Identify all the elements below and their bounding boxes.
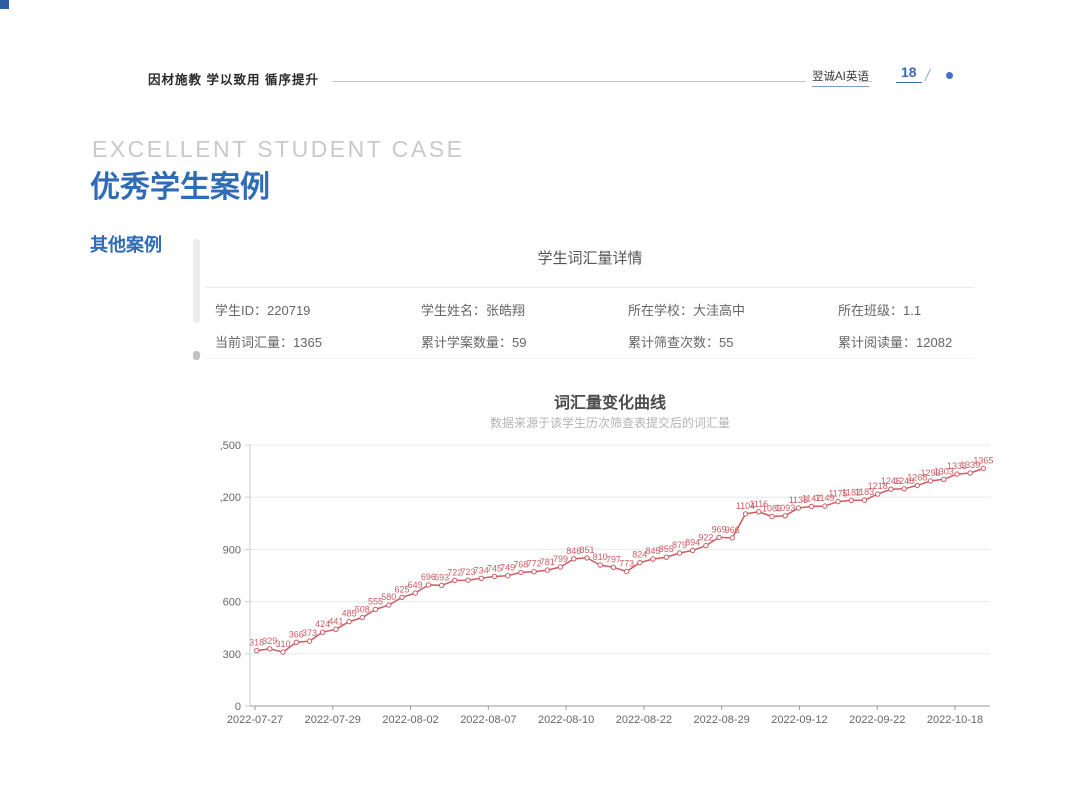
svg-text:2022-10-18: 2022-10-18: [927, 714, 983, 726]
info-label: 当前词汇量: [215, 335, 280, 350]
svg-text:373: 373: [302, 628, 317, 638]
svg-text:2022-08-29: 2022-08-29: [694, 714, 750, 726]
dot-icon: [946, 72, 953, 79]
section-title-en: EXCELLENT STUDENT CASE: [92, 136, 464, 163]
svg-text:2022-09-22: 2022-09-22: [849, 714, 905, 726]
svg-text:0: 0: [235, 701, 241, 713]
svg-text:1,500: 1,500: [220, 440, 241, 452]
info-field-current-vocab: 当前词汇量：1365: [215, 332, 322, 351]
info-colon: ：: [499, 335, 512, 350]
info-label: 所在学校: [628, 303, 680, 318]
info-label: 学生姓名: [421, 303, 473, 318]
card-separator-line: [205, 287, 975, 288]
scrollbar-track[interactable]: [193, 239, 200, 323]
slide-page: 因材施教 学以致用 循序提升 翌诚AI英语 18 / EXCELLENT STU…: [0, 0, 1077, 793]
svg-text:2022-08-10: 2022-08-10: [538, 714, 594, 726]
svg-text:966: 966: [725, 525, 740, 535]
info-label: 累计学案数量: [421, 335, 499, 350]
svg-text:2022-08-02: 2022-08-02: [382, 714, 438, 726]
svg-text:300: 300: [223, 649, 241, 661]
info-value: 55: [719, 335, 733, 350]
other-cases-label: 其他案例: [90, 231, 162, 257]
info-value: 12082: [916, 335, 952, 350]
card-title: 学生词汇量详情: [205, 247, 975, 268]
info-label: 累计筛查次数: [628, 335, 706, 350]
header-slogan: 因材施教 学以致用 循序提升: [148, 69, 319, 88]
info-field-reading-volume: 累计阅读量：12082: [838, 332, 952, 351]
info-value: 59: [512, 335, 526, 350]
info-colon: ：: [890, 303, 903, 318]
info-label: 所在班级: [838, 303, 890, 318]
svg-text:600: 600: [223, 597, 241, 609]
card-separator-line-2: [205, 358, 975, 359]
svg-text:1365: 1365: [973, 456, 993, 466]
info-value: 1.1: [903, 303, 921, 318]
info-colon: ：: [473, 303, 486, 318]
info-value: 1365: [293, 335, 322, 350]
svg-text:1,200: 1,200: [220, 492, 241, 504]
svg-text:2022-09-12: 2022-09-12: [771, 714, 827, 726]
info-value: 220719: [267, 303, 310, 318]
section-title-zh: 优秀学生案例: [90, 162, 270, 206]
info-label: 学生ID: [215, 303, 254, 318]
svg-text:773: 773: [619, 559, 634, 569]
page-number-slash-icon: /: [925, 66, 930, 86]
svg-text:2022-07-27: 2022-07-27: [227, 714, 283, 726]
page-number: 18: [896, 64, 922, 83]
vocab-line-chart: 0 300 600 900 1,200 1,500 2022-07-27 2022-07-29…: [220, 438, 1000, 738]
info-value: 大洼高中: [693, 303, 745, 318]
svg-text:2022-07-29: 2022-07-29: [305, 714, 361, 726]
info-colon: ：: [680, 303, 693, 318]
info-colon: ：: [254, 303, 267, 318]
svg-text:2022-08-07: 2022-08-07: [460, 714, 516, 726]
info-field-class: 所在班级：1.1: [838, 300, 921, 319]
svg-text:310: 310: [275, 639, 290, 649]
svg-text:2022-08-22: 2022-08-22: [616, 714, 672, 726]
chart-subtitle: 数据来源于该学生历次筛查表提交后的词汇量: [220, 414, 1000, 431]
chart-title: 词汇量变化曲线: [220, 389, 1000, 413]
svg-text:900: 900: [223, 544, 241, 556]
info-field-screening-count: 累计筛查次数：55: [628, 332, 734, 351]
brand-label: 翌诚AI英语: [812, 68, 869, 87]
corner-accent: [0, 0, 9, 9]
header-divider-line: [332, 81, 806, 82]
info-field-student-id: 学生ID：220719: [215, 300, 310, 319]
info-field-student-name: 学生姓名：张皓翔: [421, 300, 525, 319]
header-divider-line-short: [860, 81, 872, 82]
info-label: 累计阅读量: [838, 335, 903, 350]
scrollbar-thumb[interactable]: [193, 351, 200, 360]
info-field-school: 所在学校：大洼高中: [628, 300, 745, 319]
info-colon: ：: [280, 335, 293, 350]
info-colon: ：: [706, 335, 719, 350]
info-field-lesson-count: 累计学案数量：59: [421, 332, 527, 351]
info-value: 张皓翔: [486, 303, 525, 318]
info-colon: ：: [903, 335, 916, 350]
